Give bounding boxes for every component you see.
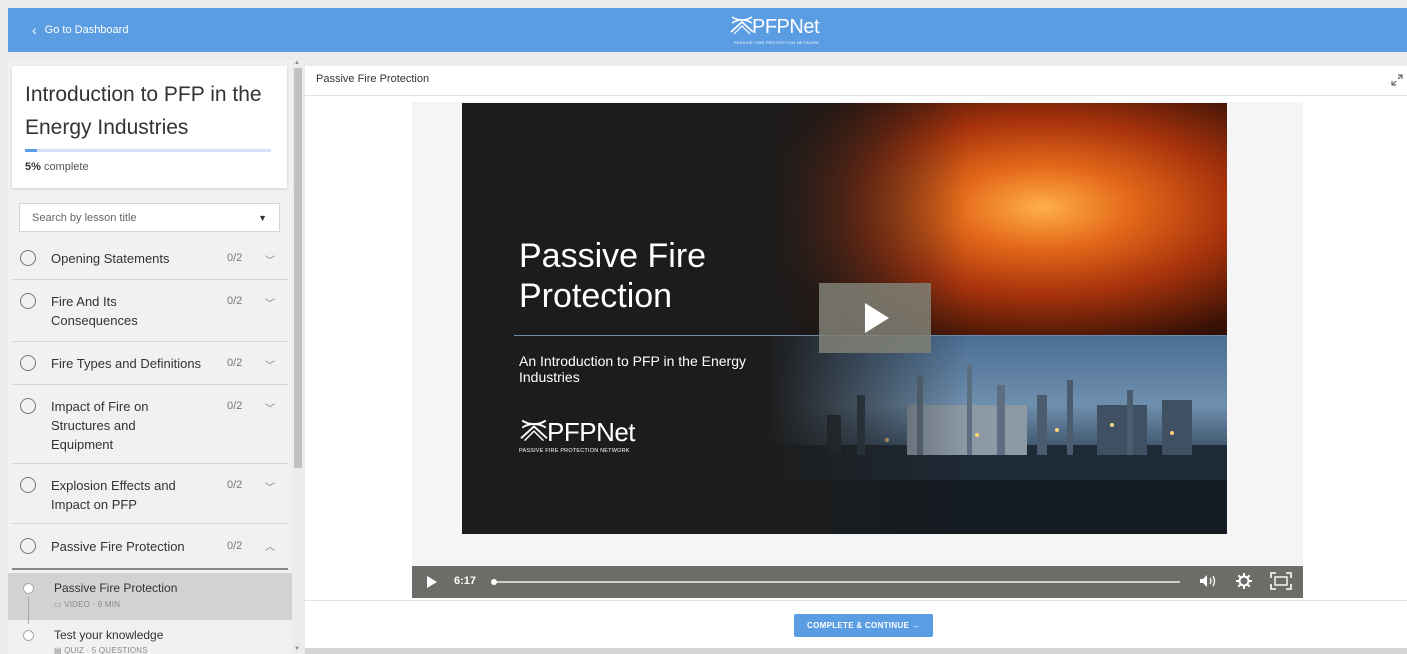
lesson-title: Passive Fire Protection	[54, 581, 178, 595]
play-button[interactable]	[427, 576, 437, 588]
chapter-progress-count: 0/2	[227, 357, 243, 369]
lesson-header: Passive Fire Protection	[305, 66, 1407, 96]
slide-subtitle: An Introduction to PFP in the Energy Ind…	[519, 353, 746, 385]
play-icon	[865, 303, 889, 333]
lesson-title: Test your knowledge	[54, 628, 164, 642]
lesson-search-dropdown[interactable]: Search by lesson title ▼	[19, 203, 280, 232]
video-player: Passive Fire Protection An Introduction …	[412, 102, 1303, 598]
pfpnet-logo-icon	[730, 16, 754, 35]
chapter-status-circle-icon	[20, 250, 36, 266]
slide-brand-tagline: PASSIVE FIRE PROTECTION NETWORK	[519, 448, 630, 454]
lesson-status-dot-icon	[23, 630, 34, 641]
chapter-item-fire-types-and-definitions[interactable]: Fire Types and Definitions 0/2 ﹀	[12, 342, 288, 385]
chapter-title: Impact of Fire on Structures and Equipme…	[51, 399, 149, 452]
lesson-item-passive-fire-protection[interactable]: Passive Fire Protection ▭ VIDEO · 6 MIN	[8, 573, 292, 620]
chevron-down-icon: ﹀	[265, 299, 275, 310]
lesson-status-dot-icon	[23, 583, 34, 594]
course-progress-bar	[25, 149, 271, 152]
slide-title: Passive Fire Protection	[519, 237, 707, 315]
chevron-down-icon: ﹀	[265, 256, 275, 267]
go-to-dashboard-label: Go to Dashboard	[44, 24, 129, 36]
video-controls-bar: 6:17	[412, 566, 1303, 598]
chapter-status-circle-icon	[20, 355, 36, 371]
go-to-dashboard-link[interactable]: ‹ Go to Dashboard	[32, 8, 128, 52]
expand-icon[interactable]	[1391, 74, 1403, 86]
top-navigation-bar: ‹ Go to Dashboard PFPNet PASSIVE FIRE PR…	[8, 8, 1407, 52]
progress-percent: 5%	[25, 161, 41, 173]
chapter-item-impact-of-fire[interactable]: Impact of Fire on Structures and Equipme…	[12, 385, 288, 464]
volume-icon[interactable]	[1198, 573, 1218, 589]
chevron-left-icon: ‹	[32, 22, 37, 38]
lesson-item-test-your-knowledge[interactable]: Test your knowledge ▤ QUIZ · 5 QUESTIONS	[8, 622, 292, 654]
lesson-search-placeholder: Search by lesson title	[32, 211, 137, 224]
lesson-connector-line	[28, 596, 29, 624]
bottom-scrollbar[interactable]	[305, 648, 1407, 654]
lesson-meta-text: QUIZ · 5 QUESTIONS	[64, 646, 148, 654]
lesson-footer: COMPLETE & CONTINUE →	[305, 600, 1407, 654]
chapter-progress-count: 0/2	[227, 540, 243, 552]
chapter-title: Fire And Its Consequences	[51, 294, 138, 328]
brand-name: PFPNet	[752, 16, 820, 38]
chapter-title: Passive Fire Protection	[51, 539, 185, 554]
chapter-title: Opening Statements	[51, 251, 170, 266]
chapter-progress-count: 0/2	[227, 479, 243, 491]
video-frame[interactable]: Passive Fire Protection An Introduction …	[462, 103, 1227, 534]
chapter-status-circle-icon	[20, 398, 36, 414]
chapter-progress-count: 0/2	[227, 295, 243, 307]
video-duration: 6:17	[454, 575, 477, 587]
video-seek-bar[interactable]	[491, 579, 1180, 585]
chapter-status-circle-icon	[20, 477, 36, 493]
chevron-down-icon: ﹀	[265, 483, 275, 494]
settings-gear-icon[interactable]	[1235, 572, 1253, 590]
slide-pfpnet-logo: PFPNet PASSIVE FIRE PROTECTION NETWORK	[517, 415, 657, 460]
course-sidebar: Introduction to PFP in the Energy Indust…	[8, 60, 300, 654]
lesson-heading: Passive Fire Protection	[316, 73, 430, 85]
lesson-meta-text: VIDEO · 6 MIN	[64, 600, 121, 609]
complete-and-continue-button[interactable]: COMPLETE & CONTINUE →	[794, 614, 933, 637]
chapter-progress-count: 0/2	[227, 400, 243, 412]
pfpnet-logo: PFPNet PASSIVE FIRE PROTECTION NETWORK	[730, 12, 840, 48]
seek-handle[interactable]	[491, 579, 497, 585]
progress-suffix: complete	[40, 161, 89, 173]
chevron-up-icon: ︿	[265, 542, 275, 553]
lesson-meta: ▭ VIDEO · 6 MIN	[54, 600, 120, 609]
chevron-down-icon: ﹀	[265, 404, 275, 415]
course-title: Introduction to PFP in the Energy Indust…	[25, 83, 262, 139]
chapter-title: Fire Types and Definitions	[51, 356, 202, 371]
slide-brand-name: PFPNet	[547, 417, 636, 447]
chapter-item-opening-statements[interactable]: Opening Statements 0/2 ﹀	[12, 237, 288, 280]
chapter-list: Opening Statements 0/2 ﹀ Fire And Its Co…	[12, 237, 288, 570]
sidebar-scrollbar-thumb[interactable]	[294, 68, 302, 468]
fullscreen-icon[interactable]	[1270, 572, 1292, 590]
quiz-icon: ▤	[54, 646, 65, 654]
chapter-status-circle-icon	[20, 538, 36, 554]
lesson-meta: ▤ QUIZ · 5 QUESTIONS	[54, 646, 148, 654]
pfpnet-logo-icon	[520, 419, 548, 442]
chapter-title: Explosion Effects and Impact on PFP	[51, 478, 176, 512]
progress-text: 5% complete	[25, 161, 89, 173]
video-icon: ▭	[54, 600, 65, 609]
chapter-status-circle-icon	[20, 293, 36, 309]
caret-down-icon: ▼	[258, 212, 267, 223]
chapter-item-explosion-effects[interactable]: Explosion Effects and Impact on PFP 0/2 …	[12, 464, 288, 524]
scroll-up-icon[interactable]: ▲	[294, 60, 300, 66]
chapter-progress-count: 0/2	[227, 252, 243, 264]
brand-tagline: PASSIVE FIRE PROTECTION NETWORK	[734, 40, 820, 45]
scroll-down-icon[interactable]: ▼	[294, 646, 300, 652]
chapter-item-passive-fire-protection[interactable]: Passive Fire Protection 0/2 ︿	[12, 524, 288, 570]
chapter-item-fire-and-its-consequences[interactable]: Fire And Its Consequences 0/2 ﹀	[12, 280, 288, 342]
course-progress-card: Introduction to PFP in the Energy Indust…	[12, 66, 287, 188]
chevron-down-icon: ﹀	[265, 361, 275, 372]
course-progress-fill	[25, 149, 38, 152]
play-video-button[interactable]	[819, 283, 931, 353]
sidebar-scrollbar[interactable]: ▲ ▼	[292, 60, 304, 654]
lesson-content: Passive Fire Protection Passive Fire Pro…	[305, 66, 1407, 654]
